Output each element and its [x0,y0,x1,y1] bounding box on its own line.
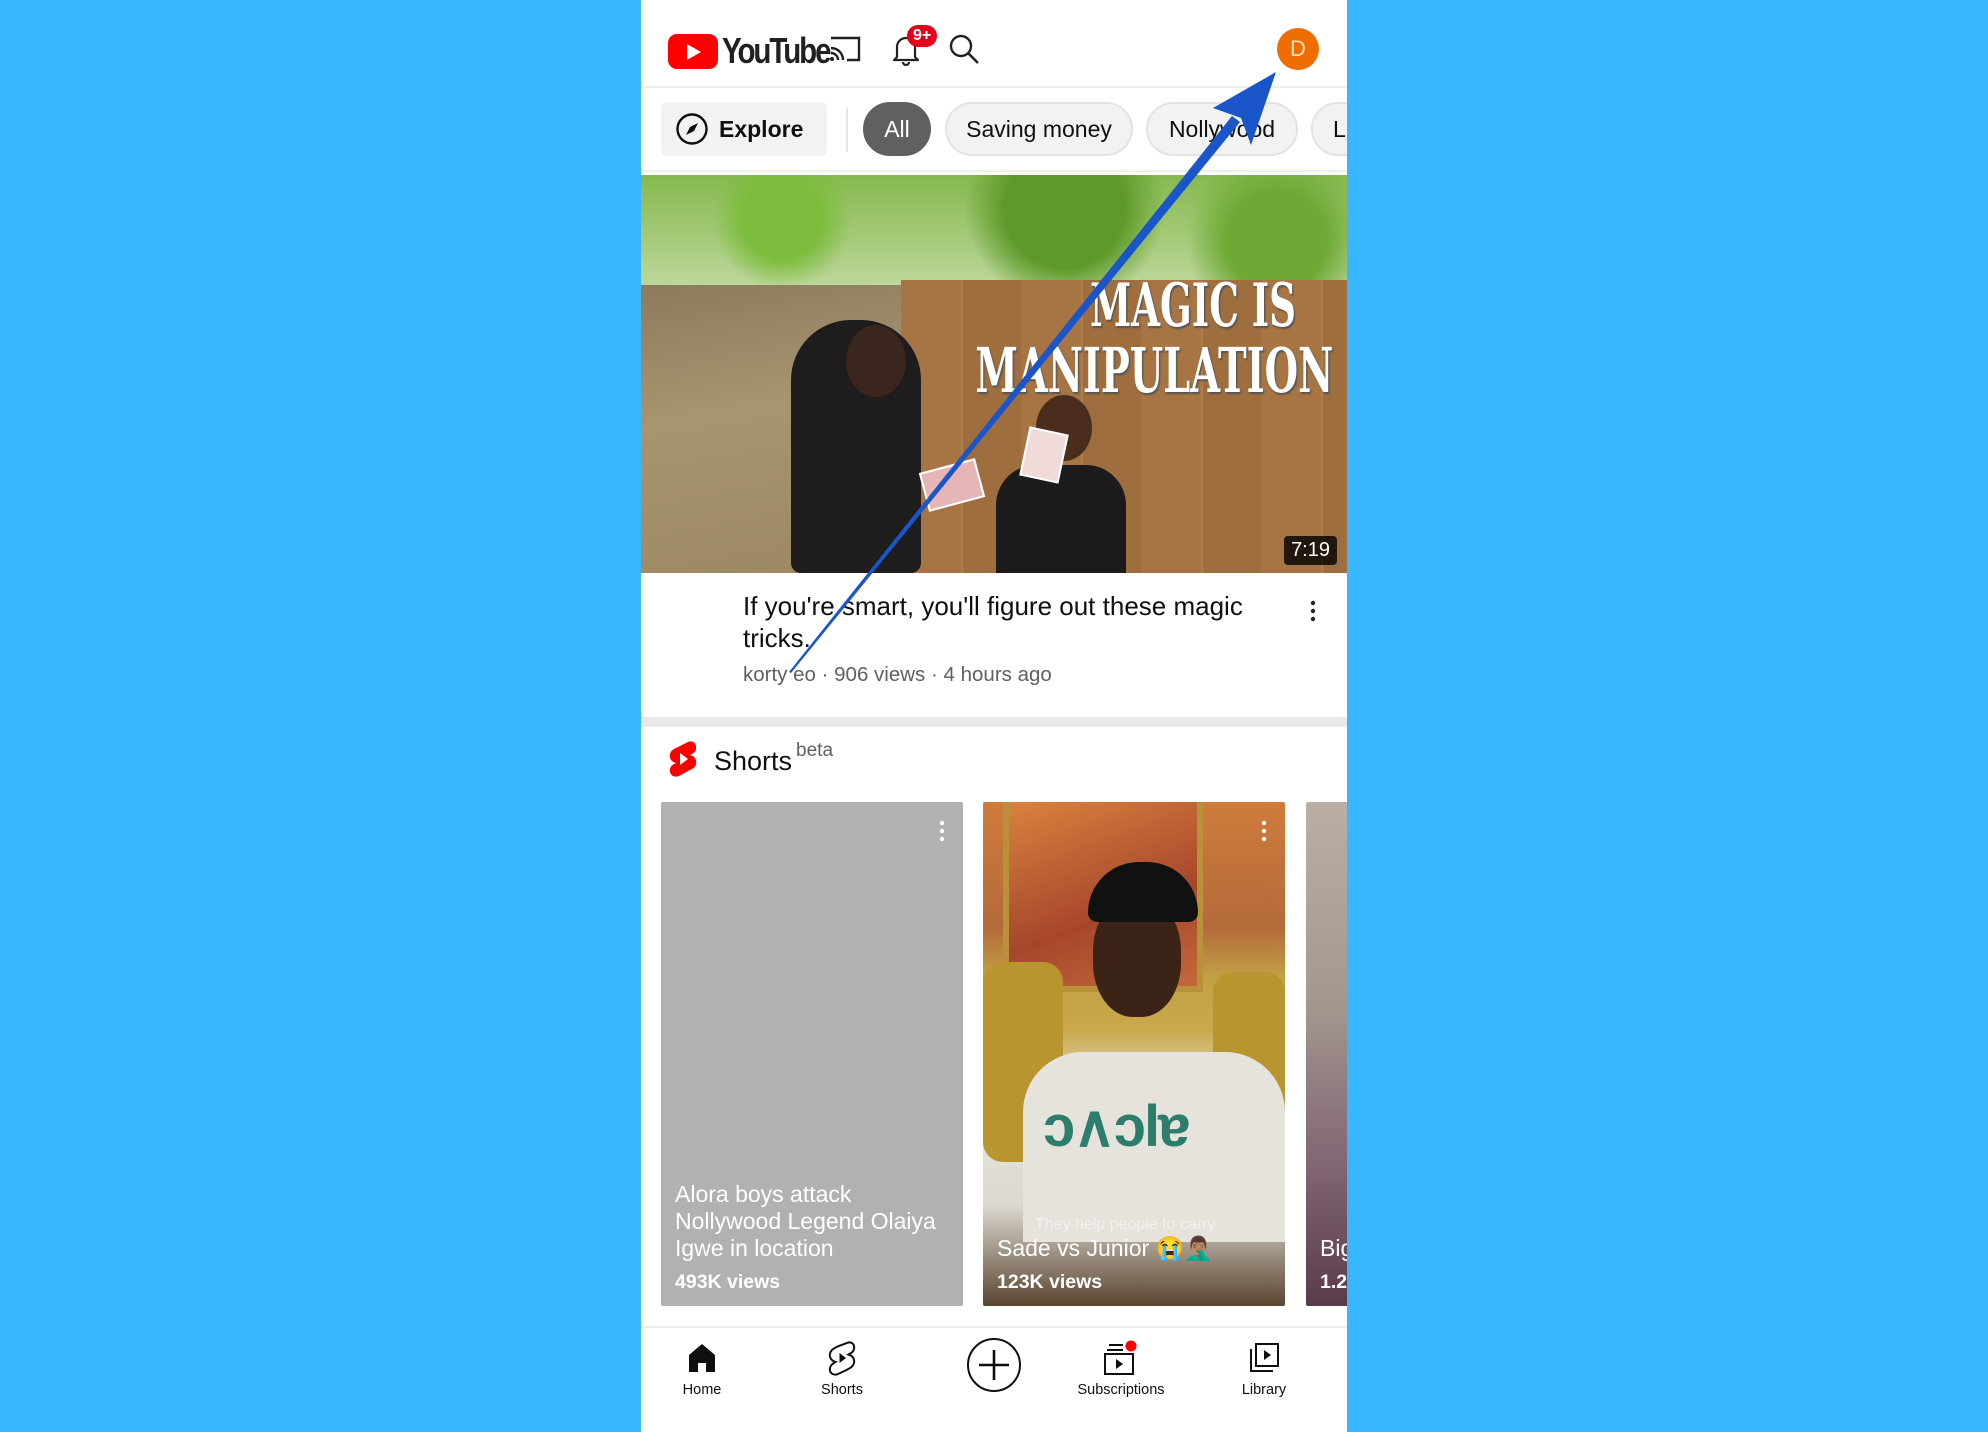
more-vertical-icon [1261,820,1267,842]
nav-subscriptions[interactable]: Subscriptions [1051,1328,1191,1418]
video-duration: 7:19 [1284,536,1337,565]
short-title: Big Ch #ti [1320,1235,1347,1261]
section-separator [641,717,1347,727]
chip-nollywood[interactable]: Nollywood [1146,102,1298,156]
chip-partial[interactable]: L [1311,102,1347,156]
create-plus-icon [967,1338,1021,1392]
youtube-app-screen: YouTube 9+ D Explore All Saving money No… [641,0,1347,1432]
nav-label: Shorts [821,1382,863,1398]
explore-button[interactable]: Explore [661,102,827,156]
short-views: 493K views [675,1271,781,1293]
nav-label: Library [1241,1382,1287,1398]
compass-icon [676,113,708,145]
short-card[interactable]: Big Ch #ti 1.2 [1306,802,1347,1306]
shorts-beta-tag: beta [796,740,834,761]
chip-separator [846,108,848,152]
shorts-logo-icon [669,741,697,777]
youtube-play-logo-icon [668,33,718,69]
short-views: 1.2 [1320,1271,1347,1293]
shorts-icon [828,1341,856,1376]
nav-home[interactable]: Home [641,1328,772,1418]
home-icon [689,1344,715,1372]
short-overlay-caption: They help people to carry [1035,1216,1216,1233]
chip-all[interactable]: All [863,102,931,156]
short-title: Sade vs Junior 😭🤦🏽‍♂️ [997,1235,1213,1261]
nav-label: Subscriptions [1077,1382,1165,1398]
nav-label: Home [682,1382,722,1398]
header-divider [641,86,1347,88]
video-metadata: korty eo · 906 views · 4 hours ago [743,663,1052,686]
cast-icon [830,36,861,62]
account-avatar[interactable]: D [1277,28,1319,70]
notification-badge: 9+ [907,25,938,47]
short-more-options-button[interactable] [1257,816,1271,846]
top-app-bar: YouTube 9+ D [641,0,1347,88]
explore-label: Explore [719,115,804,142]
chip-saving-money[interactable]: Saving money [945,102,1133,156]
more-vertical-icon [1310,600,1316,622]
search-button[interactable] [944,29,984,69]
logo-text: YouTube [722,30,832,71]
library-icon [1250,1343,1279,1372]
notifications-button[interactable]: 9+ [886,25,938,69]
video-title[interactable]: If you're smart, you'll figure out these… [743,590,1303,654]
short-title: Alora boys attack Nollywood Legend Olaiy… [675,1181,936,1261]
short-card[interactable]: ɔ∧ɔlɐ They help people to carry Sade vs … [983,802,1285,1306]
video-thumbnail[interactable]: MAGIC IS MANIPULATION 7:19 [641,175,1347,573]
chips-divider [641,170,1347,172]
shorts-shelf-header: Shorts beta [668,740,833,778]
short-card[interactable]: Alora boys attack Nollywood Legend Olaiy… [661,802,963,1306]
filter-chips-bar: Explore All Saving money Nollywood L [641,100,1347,158]
short-more-options-button[interactable] [935,816,949,846]
thumbnail-overlay-text: MAGIC IS MANIPULATION [975,271,1333,407]
bottom-navigation: Home Shorts Subscriptions Library [641,1328,1347,1432]
cast-button[interactable] [825,29,865,69]
short-views: 123K views [997,1271,1103,1293]
more-vertical-icon [939,820,945,842]
create-button[interactable] [966,1337,1022,1393]
video-more-options-button[interactable] [1301,596,1325,626]
shorts-title: Shorts [714,746,793,776]
subscriptions-icon [1104,1340,1137,1375]
nav-shorts[interactable]: Shorts [772,1328,912,1418]
nav-library[interactable]: Library [1194,1328,1334,1418]
search-icon [949,34,979,64]
